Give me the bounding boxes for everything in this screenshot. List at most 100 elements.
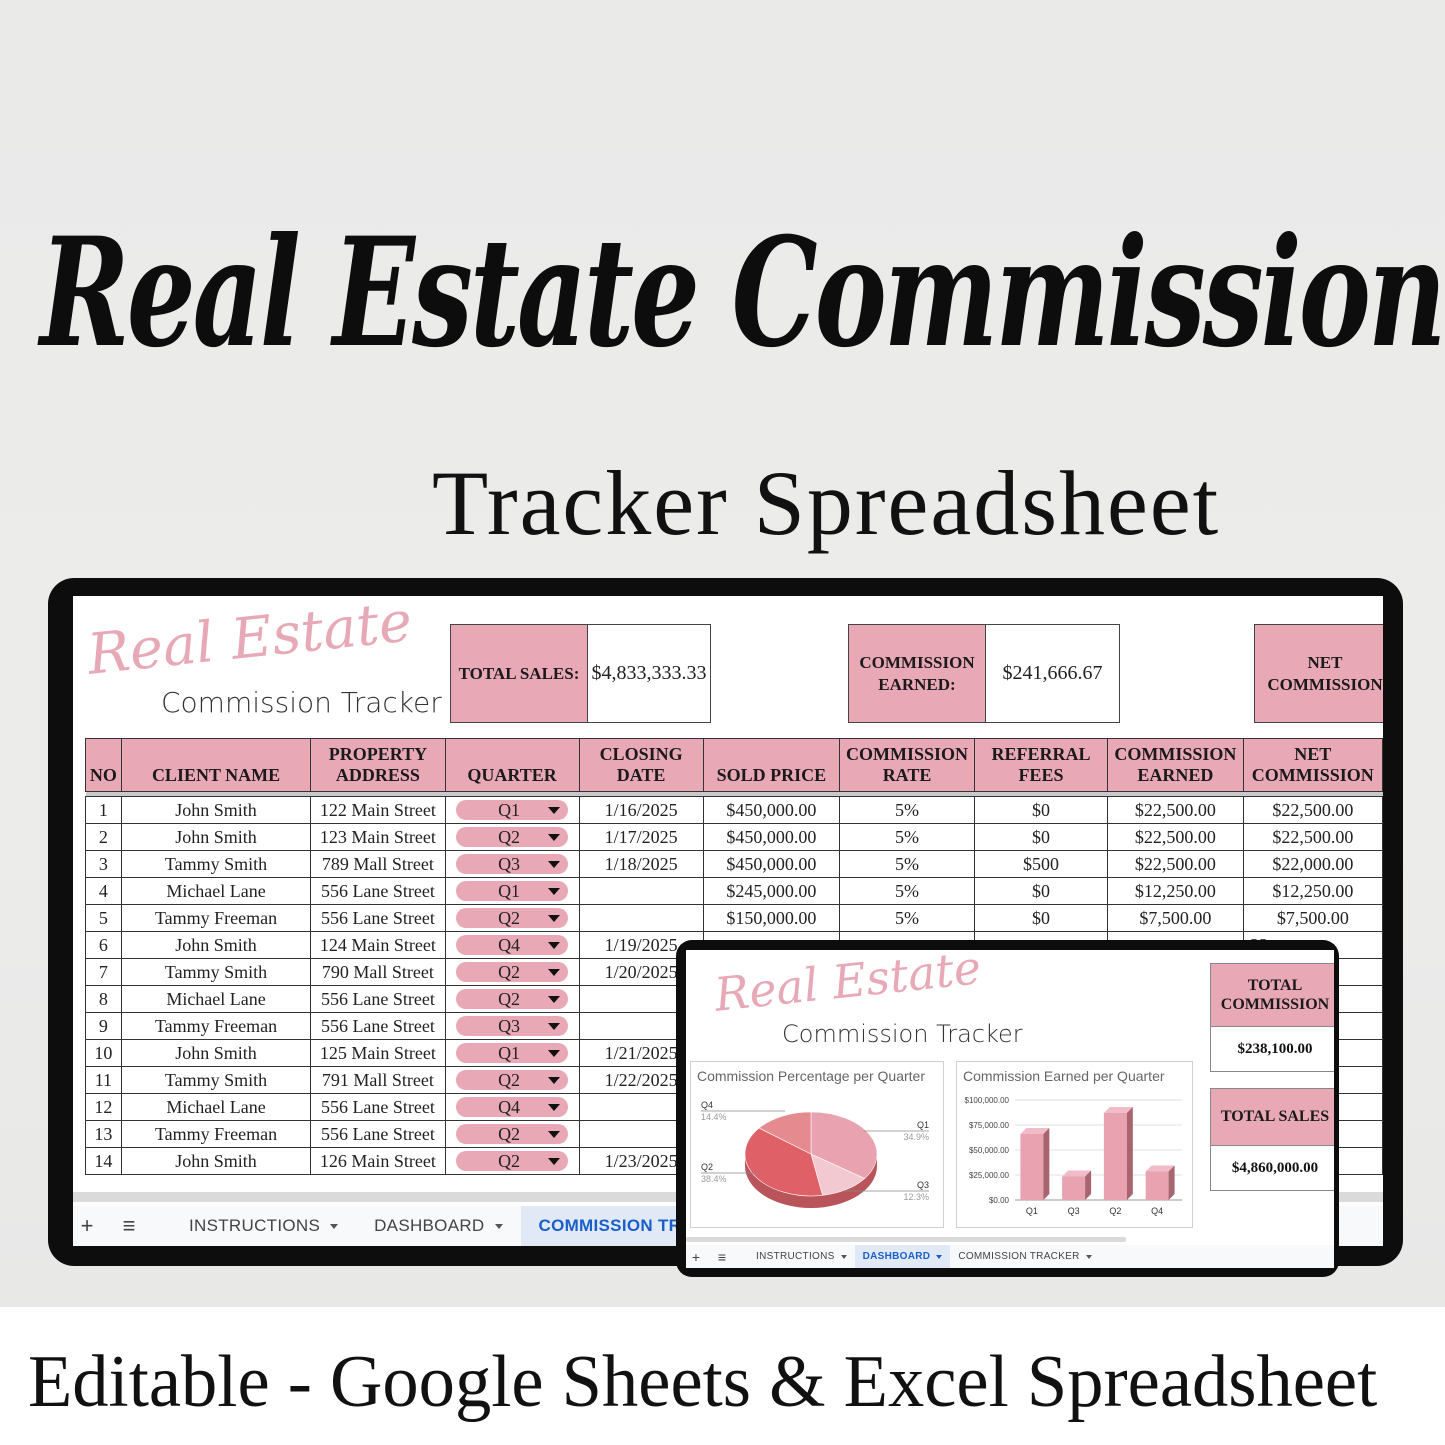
cell-property-address[interactable]: 556 Lane Street bbox=[310, 877, 446, 905]
cell-no[interactable]: 7 bbox=[85, 958, 122, 986]
cell-property-address[interactable]: 790 Mall Street bbox=[310, 958, 446, 986]
cell-closing-date[interactable]: 1/16/2025 bbox=[578, 796, 704, 824]
cell-client-name[interactable]: Michael Lane bbox=[120, 985, 312, 1013]
cell-commission-earned[interactable]: $12,250.00 bbox=[1107, 877, 1244, 905]
cell-sold-price[interactable]: $450,000.00 bbox=[702, 823, 841, 851]
col-header[interactable]: NET COMMISSION bbox=[1242, 738, 1383, 792]
quarter-dropdown[interactable]: Q2 bbox=[456, 989, 569, 1009]
cell-property-address[interactable]: 556 Lane Street bbox=[310, 985, 446, 1013]
cell-client-name[interactable]: John Smith bbox=[120, 1147, 312, 1175]
cell-sold-price[interactable]: $150,000.00 bbox=[702, 904, 841, 932]
cell-closing-date[interactable]: 1/18/2025 bbox=[578, 850, 704, 878]
cell-closing-date[interactable]: 1/17/2025 bbox=[578, 823, 704, 851]
cell-quarter[interactable]: Q3 bbox=[444, 850, 580, 878]
quarter-dropdown[interactable]: Q3 bbox=[456, 1016, 569, 1036]
cell-no[interactable]: 10 bbox=[85, 1039, 122, 1067]
cell-quarter[interactable]: Q3 bbox=[444, 1012, 580, 1040]
cell-commission-earned[interactable]: $7,500.00 bbox=[1107, 904, 1244, 932]
col-header[interactable]: NO bbox=[85, 738, 122, 792]
cell-property-address[interactable]: 125 Main Street bbox=[310, 1039, 446, 1067]
cell-commission-earned[interactable]: $22,500.00 bbox=[1107, 796, 1244, 824]
cell-client-name[interactable]: Tammy Freeman bbox=[120, 1012, 312, 1040]
bar-chart-card[interactable]: Commission Earned per Quarter $0.00 $25,0… bbox=[956, 1061, 1193, 1228]
cell-property-address[interactable]: 122 Main Street bbox=[310, 796, 446, 824]
cell-property-address[interactable]: 556 Lane Street bbox=[310, 1012, 446, 1040]
cell-no[interactable]: 2 bbox=[85, 823, 122, 851]
cell-no[interactable]: 12 bbox=[85, 1093, 122, 1121]
cell-no[interactable]: 6 bbox=[85, 931, 122, 959]
all-sheets-button[interactable]: ≡ bbox=[710, 1249, 734, 1265]
cell-referral-fees[interactable]: $0 bbox=[973, 877, 1109, 905]
cell-client-name[interactable]: John Smith bbox=[120, 796, 312, 824]
col-header[interactable]: COMMISSION EARNED bbox=[1107, 738, 1244, 792]
cell-client-name[interactable]: John Smith bbox=[120, 823, 312, 851]
cell-sold-price[interactable]: $450,000.00 bbox=[702, 796, 841, 824]
cell-quarter[interactable]: Q2 bbox=[444, 1147, 580, 1175]
cell-quarter[interactable]: Q1 bbox=[444, 1039, 580, 1067]
cell-commission-rate[interactable]: 5% bbox=[839, 904, 975, 932]
cell-commission-earned[interactable]: $22,500.00 bbox=[1107, 823, 1244, 851]
col-header[interactable]: PROPERTY ADDRESS bbox=[310, 738, 446, 792]
horizontal-scrollbar[interactable] bbox=[686, 1237, 1126, 1242]
cell-no[interactable]: 4 bbox=[85, 877, 122, 905]
cell-quarter[interactable]: Q4 bbox=[444, 931, 580, 959]
all-sheets-button[interactable]: ≡ bbox=[109, 1213, 149, 1239]
cell-quarter[interactable]: Q2 bbox=[444, 823, 580, 851]
cell-net-commission[interactable]: $22,500.00 bbox=[1242, 796, 1383, 824]
cell-property-address[interactable]: 556 Lane Street bbox=[310, 904, 446, 932]
quarter-dropdown[interactable]: Q2 bbox=[456, 1124, 569, 1144]
cell-quarter[interactable]: Q2 bbox=[444, 1066, 580, 1094]
cell-property-address[interactable]: 123 Main Street bbox=[310, 823, 446, 851]
tab-instructions[interactable]: INSTRUCTIONS bbox=[748, 1245, 855, 1268]
quarter-dropdown[interactable]: Q2 bbox=[456, 962, 569, 982]
col-header[interactable]: QUARTER bbox=[444, 738, 580, 792]
quarter-dropdown[interactable]: Q3 bbox=[456, 854, 569, 874]
cell-no[interactable]: 3 bbox=[85, 850, 122, 878]
quarter-dropdown[interactable]: Q4 bbox=[456, 1097, 569, 1117]
cell-commission-rate[interactable]: 5% bbox=[839, 850, 975, 878]
quarter-dropdown[interactable]: Q1 bbox=[456, 881, 569, 901]
cell-client-name[interactable]: Michael Lane bbox=[120, 877, 312, 905]
cell-no[interactable]: 11 bbox=[85, 1066, 122, 1094]
cell-property-address[interactable]: 124 Main Street bbox=[310, 931, 446, 959]
cell-sold-price[interactable]: $450,000.00 bbox=[702, 850, 841, 878]
quarter-dropdown[interactable]: Q2 bbox=[456, 827, 569, 847]
quarter-dropdown[interactable]: Q1 bbox=[456, 1043, 569, 1063]
cell-referral-fees[interactable]: $0 bbox=[973, 823, 1109, 851]
cell-property-address[interactable]: 126 Main Street bbox=[310, 1147, 446, 1175]
cell-no[interactable]: 1 bbox=[85, 796, 122, 824]
cell-sold-price[interactable]: $245,000.00 bbox=[702, 877, 841, 905]
cell-quarter[interactable]: Q2 bbox=[444, 958, 580, 986]
cell-quarter[interactable]: Q1 bbox=[444, 796, 580, 824]
col-header[interactable]: CLIENT NAME bbox=[120, 738, 312, 792]
cell-no[interactable]: 14 bbox=[85, 1147, 122, 1175]
cell-quarter[interactable]: Q2 bbox=[444, 904, 580, 932]
cell-client-name[interactable]: Tammy Freeman bbox=[120, 1120, 312, 1148]
cell-client-name[interactable]: Tammy Freeman bbox=[120, 904, 312, 932]
cell-client-name[interactable]: Tammy Smith bbox=[120, 1066, 312, 1094]
cell-net-commission[interactable]: $7,500.00 bbox=[1242, 904, 1383, 932]
cell-client-name[interactable]: Tammy Smith bbox=[120, 850, 312, 878]
quarter-dropdown[interactable]: Q2 bbox=[456, 1070, 569, 1090]
cell-commission-rate[interactable]: 5% bbox=[839, 877, 975, 905]
cell-closing-date[interactable] bbox=[578, 877, 704, 905]
tab-commission-tracker[interactable]: COMMISSION TRACKER bbox=[950, 1245, 1099, 1268]
cell-commission-rate[interactable]: 5% bbox=[839, 796, 975, 824]
tab-dashboard[interactable]: DASHBOARD bbox=[356, 1206, 520, 1246]
cell-client-name[interactable]: John Smith bbox=[120, 931, 312, 959]
cell-referral-fees[interactable]: $500 bbox=[973, 850, 1109, 878]
cell-property-address[interactable]: 791 Mall Street bbox=[310, 1066, 446, 1094]
cell-no[interactable]: 8 bbox=[85, 985, 122, 1013]
col-header[interactable]: CLOSING DATE bbox=[578, 738, 704, 792]
cell-quarter[interactable]: Q2 bbox=[444, 1120, 580, 1148]
cell-no[interactable]: 5 bbox=[85, 904, 122, 932]
add-sheet-button[interactable]: + bbox=[75, 1213, 99, 1239]
cell-closing-date[interactable] bbox=[578, 904, 704, 932]
cell-commission-earned[interactable]: $22,500.00 bbox=[1107, 850, 1244, 878]
cell-property-address[interactable]: 556 Lane Street bbox=[310, 1093, 446, 1121]
cell-property-address[interactable]: 556 Lane Street bbox=[310, 1120, 446, 1148]
cell-no[interactable]: 9 bbox=[85, 1012, 122, 1040]
quarter-dropdown[interactable]: Q1 bbox=[456, 800, 569, 820]
cell-client-name[interactable]: Michael Lane bbox=[120, 1093, 312, 1121]
quarter-dropdown[interactable]: Q2 bbox=[456, 908, 569, 928]
